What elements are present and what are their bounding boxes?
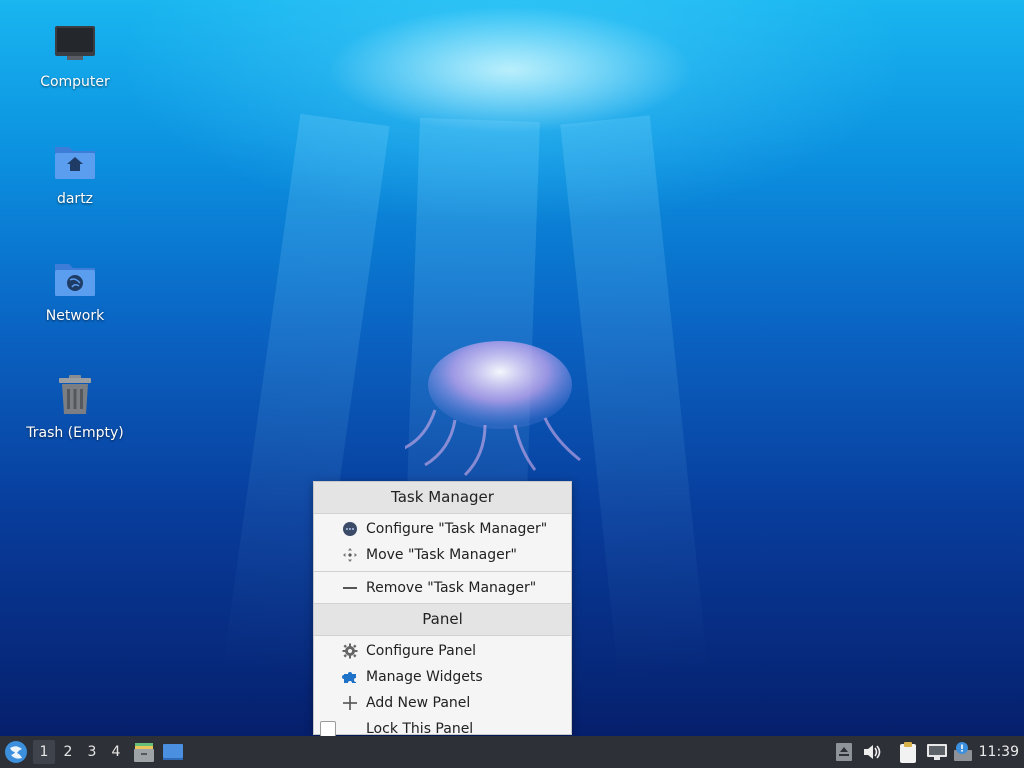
menu-item-label: Add New Panel (366, 695, 471, 711)
desktop-icon-label: dartz (56, 191, 94, 207)
configure-icon (343, 522, 357, 536)
menu-item-configure-panel[interactable]: Configure Panel (314, 638, 571, 664)
plus-icon (343, 696, 357, 710)
workspace-3[interactable]: 3 (81, 740, 103, 764)
menu-item-label: Configure "Task Manager" (366, 521, 548, 537)
move-icon (343, 548, 357, 562)
menu-section-title-panel: Panel (314, 603, 571, 636)
puzzle-icon (342, 672, 356, 683)
menu-item-label: Manage Widgets (366, 669, 483, 685)
home-folder-icon (55, 147, 95, 179)
menu-item-label: Configure Panel (366, 643, 477, 659)
taskbar: 1 2 3 4 11:39 (0, 736, 1024, 768)
file-manager-icon[interactable] (133, 741, 155, 763)
network-folder-icon (55, 264, 95, 296)
lxqt-start-icon[interactable] (4, 740, 28, 764)
clipboard-icon[interactable] (898, 740, 918, 764)
menu-separator (314, 571, 571, 572)
workspace-2[interactable]: 2 (57, 740, 79, 764)
menu-item-add-new-panel[interactable]: Add New Panel (314, 690, 571, 716)
desktop-icon-label: Trash (Empty) (26, 425, 124, 441)
panel-context-menu: Task Manager Configure "Task Manager" Mo… (313, 481, 572, 737)
show-desktop-icon[interactable] (162, 742, 184, 762)
notification-icon[interactable] (953, 741, 975, 763)
workspace-1[interactable]: 1 (33, 740, 55, 764)
menu-item-label: Remove "Task Manager" (366, 580, 537, 596)
menu-section-title-task-manager: Task Manager (314, 482, 571, 514)
clock[interactable]: 11:39 (979, 736, 1019, 768)
workspace-4[interactable]: 4 (105, 740, 127, 764)
jellyfish-image (405, 341, 581, 477)
menu-item-manage-widgets[interactable]: Manage Widgets (314, 664, 571, 690)
volume-icon[interactable] (862, 743, 882, 761)
gear-icon (342, 643, 358, 659)
trash-icon (59, 375, 91, 414)
menu-item-move-task-manager[interactable]: Move "Task Manager" (314, 542, 571, 568)
desktop-icon-network[interactable]: Network (20, 256, 130, 324)
desktop-icon-label: Network (45, 308, 105, 324)
desktop-icon-trash[interactable]: Trash (Empty) (20, 373, 130, 441)
updates-icon[interactable] (835, 742, 853, 762)
desktop-icon-label: Computer (40, 74, 110, 90)
monitor-icon (55, 26, 95, 60)
menu-item-label: Move "Task Manager" (366, 547, 517, 563)
desktop-icon-home[interactable]: dartz (20, 139, 130, 207)
menu-item-remove-task-manager[interactable]: Remove "Task Manager" (314, 575, 571, 601)
menu-item-label: Lock This Panel (366, 721, 474, 737)
menu-item-configure-task-manager[interactable]: Configure "Task Manager" (314, 516, 571, 542)
lock-panel-checkbox[interactable] (320, 721, 336, 737)
remove-icon (343, 587, 357, 589)
network-icon[interactable] (926, 742, 948, 762)
desktop-icon-computer[interactable]: Computer (20, 22, 130, 90)
